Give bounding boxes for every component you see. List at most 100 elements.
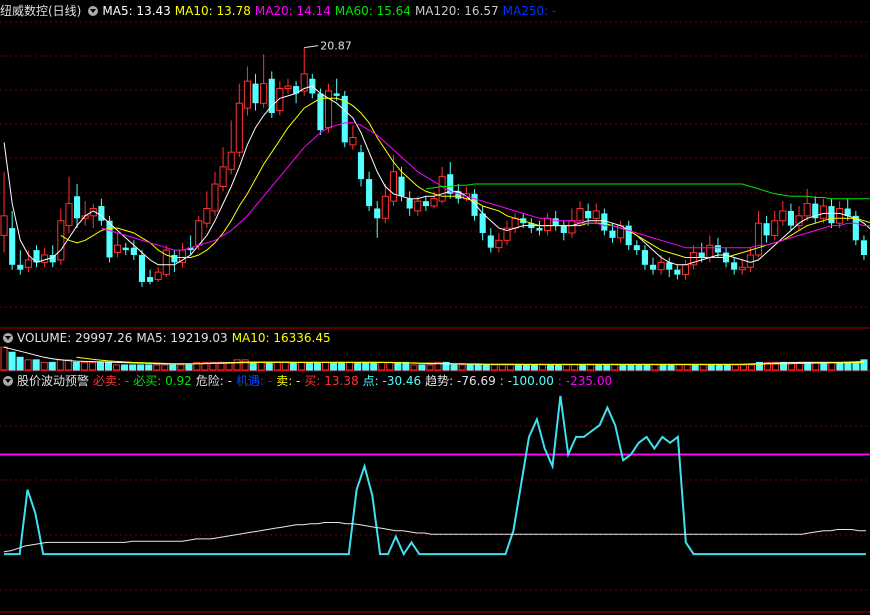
volume-bar <box>321 361 330 371</box>
volume-bar <box>587 364 595 371</box>
candle-body-down <box>374 208 381 219</box>
volume-bar <box>153 364 161 371</box>
volume-bar <box>265 361 273 371</box>
max-price-label: 20.87 <box>320 40 352 53</box>
candle-body-down <box>106 220 113 258</box>
candle-body-up <box>24 259 32 268</box>
candle-body-down <box>633 245 640 251</box>
candle-body-up <box>276 88 284 112</box>
volume-bar <box>514 364 522 371</box>
warning-indicator-lines[interactable] <box>0 395 870 557</box>
volume-bar <box>233 359 241 371</box>
candle-body-up <box>430 198 438 207</box>
candle-body-down <box>98 206 105 221</box>
candle-body-down <box>479 213 486 233</box>
volume-bar <box>667 364 675 371</box>
volume-bar <box>137 364 145 371</box>
candle-body-down <box>698 252 705 258</box>
candle-body-down <box>860 240 867 256</box>
volume-bar <box>619 364 627 371</box>
volume-bar <box>104 361 113 371</box>
volume-bar <box>249 361 257 371</box>
candle-body-up <box>0 215 8 236</box>
volume-bar <box>490 364 498 371</box>
candlestick-series[interactable] <box>0 47 867 287</box>
candle-body-up <box>389 171 397 202</box>
ma-line <box>60 97 870 258</box>
candle-body-down <box>471 193 478 216</box>
candle-body-up <box>819 205 827 219</box>
volume-bar <box>281 361 289 371</box>
candle-body-up <box>211 183 219 212</box>
volume-bar <box>289 361 297 371</box>
candle-body-down <box>609 230 616 238</box>
candle-body-up <box>657 261 665 271</box>
candle-body-down <box>487 235 494 248</box>
volume-bar <box>72 361 80 371</box>
candle-body-down <box>74 196 81 219</box>
volume-bar <box>330 361 338 371</box>
volume-bar <box>547 364 555 371</box>
volume-bar <box>241 359 249 371</box>
volume-bar <box>595 364 603 371</box>
candle-body-down <box>9 228 16 265</box>
volume-bar <box>338 361 346 371</box>
volume-bar <box>386 361 394 371</box>
signal-panel-header: 股价波动预警 必卖: - 必买: 0.92 危险: - 机遇: - 卖: - 买: 13.3… <box>0 373 620 389</box>
candle-body-up <box>771 220 779 236</box>
ma-line <box>425 183 870 200</box>
volume-bar <box>538 364 547 371</box>
candle-body-up <box>154 271 162 280</box>
candle-body-down <box>252 83 259 104</box>
candle-body-up <box>568 220 576 234</box>
volume-bar <box>113 364 121 371</box>
volume-ma-line <box>3 346 865 365</box>
volume-bar <box>96 361 104 371</box>
candle-body-up <box>195 220 203 246</box>
chevron-down-icon[interactable] <box>3 376 13 386</box>
candle-body-up <box>795 215 803 227</box>
candle-body-down <box>625 225 632 246</box>
volume-bar <box>627 364 635 371</box>
chevron-down-icon[interactable] <box>88 6 99 16</box>
candle-body-down <box>398 176 405 197</box>
volume-bar <box>450 364 458 371</box>
ma-indicator-label: MA20: 14.14 <box>254 4 331 18</box>
kline-chart[interactable]: 20.87 <box>0 0 870 615</box>
volume-bar <box>739 364 747 371</box>
volume-bar <box>651 364 659 371</box>
signal-indicator-label: 趋势: -76.69 <box>425 374 496 388</box>
volume-bar <box>474 364 482 371</box>
candle-body-up <box>381 195 389 219</box>
moving-average-lines <box>3 85 870 266</box>
volume-bar <box>852 361 860 371</box>
candle-body-up <box>235 102 243 153</box>
volume-bar <box>707 364 715 371</box>
candle-body-up <box>284 85 292 90</box>
candle-body-up <box>414 200 422 212</box>
candle-body-down <box>787 210 794 226</box>
candle-body-up <box>681 264 690 276</box>
volume-bar <box>747 364 755 371</box>
signal-indicator-label: 机遇: - <box>236 374 273 388</box>
volume-bars[interactable] <box>0 346 868 371</box>
volume-bar <box>362 361 370 371</box>
candle-body-down <box>422 201 429 207</box>
candle-body-up <box>57 220 65 261</box>
candle-body-down <box>828 206 835 224</box>
price-panel-header: 纽威数控(日线) MA5: 13.43 MA10: 13.78 MA20: 14.14… <box>0 3 564 19</box>
volume-bar <box>530 364 538 371</box>
volume-bar <box>297 361 305 371</box>
volume-bar <box>731 364 739 371</box>
candle-body-up <box>438 176 446 202</box>
candle-body-up <box>178 249 187 263</box>
candle-body-down <box>601 213 608 231</box>
volume-bar <box>0 346 8 371</box>
volume-bar <box>32 359 40 371</box>
chart-annotations: 20.87 <box>304 40 352 53</box>
volume-bar <box>161 364 169 371</box>
volume-indicator-label: VOLUME: 29997.26 <box>17 331 133 345</box>
candle-body-down <box>333 93 340 96</box>
volume-bar <box>635 364 643 371</box>
chevron-down-icon[interactable] <box>3 333 13 343</box>
